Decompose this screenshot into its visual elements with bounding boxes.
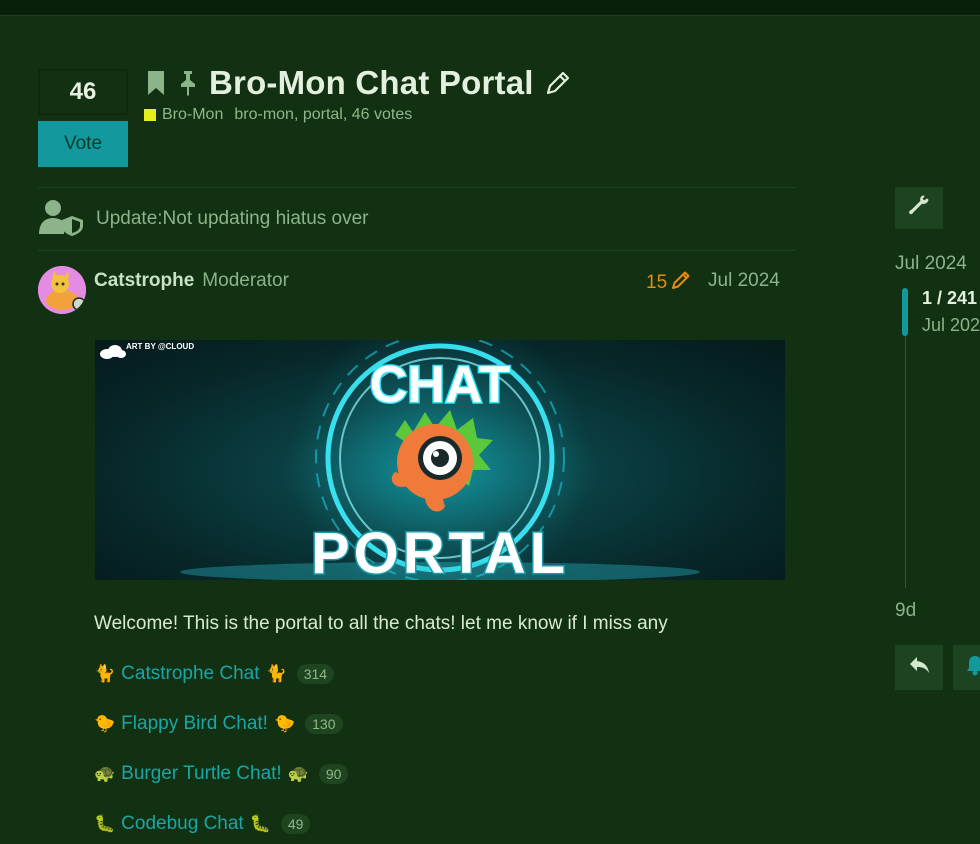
cloud-icon <box>100 345 126 359</box>
divider <box>38 250 796 251</box>
pencil-icon[interactable] <box>544 69 572 97</box>
click-count-badge: 49 <box>280 814 311 834</box>
turtle-emoji: 🐢 <box>287 764 309 783</box>
username[interactable]: Catstrophe <box>94 270 194 292</box>
edit-history[interactable]: 15 <box>646 270 691 296</box>
image-bottom-text: PORTAL <box>311 521 569 580</box>
chat-link[interactable]: Catstrophe Chat <box>121 663 259 685</box>
bug-emoji: 🐛 <box>249 814 271 833</box>
reply-icon <box>908 655 930 680</box>
chat-link[interactable]: Codebug Chat <box>121 813 244 835</box>
topic-tags[interactable]: bro-mon, portal, 46 votes <box>234 106 412 124</box>
user-shield-icon <box>38 198 84 241</box>
notice-text: Update:Not updating hiatus over <box>96 208 369 229</box>
category-swatch <box>144 109 156 121</box>
bell-icon <box>965 654 980 681</box>
divider <box>38 187 796 188</box>
topic-notice: Update:Not updating hiatus over <box>38 198 369 240</box>
timeline-start-date[interactable]: Jul 2024 <box>895 253 967 275</box>
post-image[interactable]: CHAT PORTAL ART BY @CLOUD <box>95 340 785 580</box>
page-title[interactable]: Bro-Mon Chat Portal <box>209 64 534 102</box>
click-count-badge: 90 <box>318 764 349 784</box>
click-count-badge: 314 <box>296 664 335 684</box>
pencil-icon <box>671 270 691 296</box>
vote-button[interactable]: Vote <box>38 121 128 167</box>
post-date[interactable]: Jul 2024 <box>708 270 780 292</box>
cat-emoji: 🐈 <box>94 664 116 683</box>
notification-button[interactable] <box>953 645 980 690</box>
cat-emoji: 🐈 <box>265 664 287 683</box>
top-header-bar <box>0 0 980 16</box>
bookmark-icon[interactable] <box>145 69 167 97</box>
user-title: Moderator <box>202 270 289 291</box>
timeline-end-label[interactable]: 9d <box>895 600 916 622</box>
image-top-text: CHAT <box>370 356 511 414</box>
bird-emoji: 🐤 <box>273 714 296 733</box>
reply-button[interactable] <box>895 645 943 690</box>
list-item: 🐈 Catstrophe Chat 🐈 314 <box>94 663 335 685</box>
image-credit: ART BY @CLOUD <box>126 342 194 351</box>
wrench-icon <box>908 195 930 222</box>
timeline-position: 1 / 241 <box>922 288 978 308</box>
chat-link[interactable]: Burger Turtle Chat! <box>121 763 282 785</box>
admin-wrench-button[interactable] <box>895 187 943 229</box>
list-item: 🐛 Codebug Chat 🐛 49 <box>94 813 311 835</box>
category-link[interactable]: Bro-Mon <box>162 106 223 124</box>
list-item: 🐤 Flappy Bird Chat! 🐤 130 <box>94 713 343 735</box>
topic-title-row: Bro-Mon Chat Portal <box>145 62 572 104</box>
edit-count: 15 <box>646 272 668 293</box>
bug-emoji: 🐛 <box>94 814 116 833</box>
timeline-position-date: Jul 2024 <box>922 315 980 335</box>
vote-count: 46 <box>38 69 128 115</box>
topic-meta: Bro-Mon bro-mon, portal, 46 votes <box>144 106 412 124</box>
post-body-text: Welcome! This is the portal to all the c… <box>94 613 668 634</box>
turtle-emoji: 🐢 <box>94 764 116 783</box>
pinned-icon <box>177 69 199 97</box>
bird-emoji: 🐤 <box>94 714 116 733</box>
chat-link[interactable]: Flappy Bird Chat! <box>121 713 268 735</box>
list-item: 🐢 Burger Turtle Chat! 🐢 90 <box>94 763 349 785</box>
timeline-handle[interactable] <box>902 288 908 336</box>
click-count-badge: 130 <box>305 714 343 734</box>
post-author: Catstrophe Moderator <box>94 270 289 292</box>
avatar[interactable] <box>38 266 86 314</box>
